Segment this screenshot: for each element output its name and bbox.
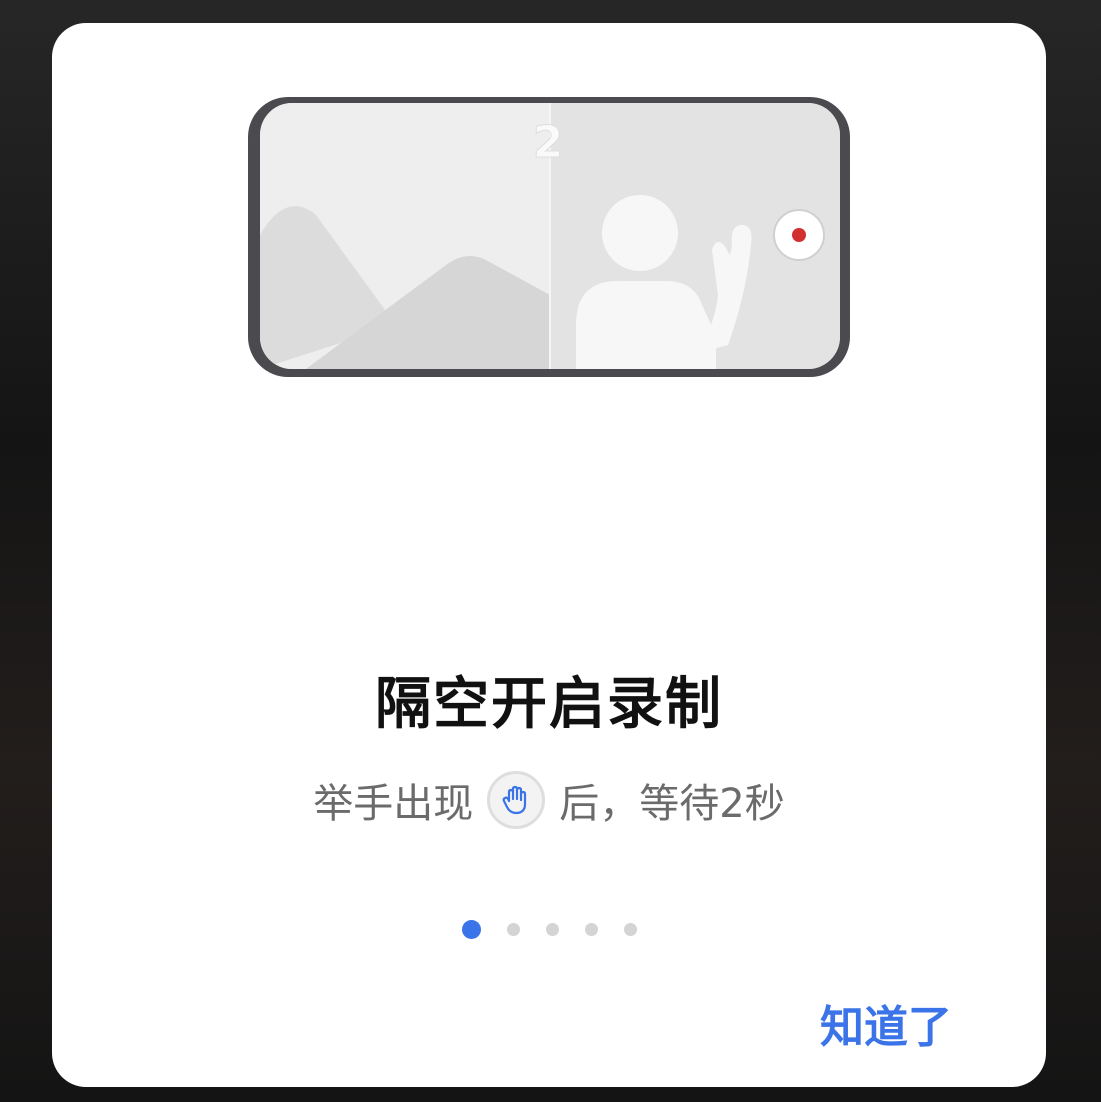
dialog-subtitle: 举手出现 后，等待2秒 [52,771,1046,829]
page-dot-4 [584,923,598,936]
page-indicator [52,920,1046,939]
got-it-button[interactable]: 知道了 [814,987,958,1059]
dialog-title: 隔空开启录制 [375,672,723,737]
page-dot-5 [623,923,637,936]
countdown-number: 2 [533,117,564,168]
phone-illustration: 2 [248,97,850,377]
subtitle-after: 后，等待2秒 [559,781,785,827]
page-dot-2 [506,923,520,936]
page-dot-1 [461,920,481,939]
raised-hand-icon [487,771,546,829]
gesture-tutorial-dialog: 2 隔空开启录制 举手出现 后，等待2秒 知道了 [52,23,1046,1087]
page-dot-3 [545,923,559,936]
subtitle-before: 举手出现 [313,781,474,827]
